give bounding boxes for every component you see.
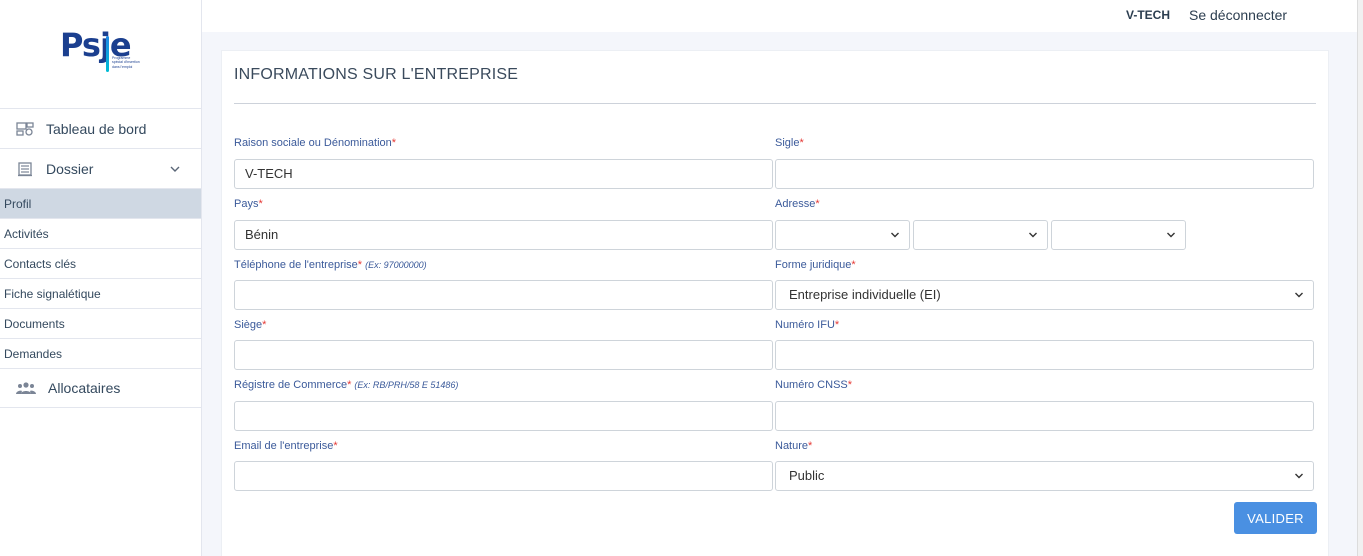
- telephone-label: Téléphone de l'entreprise* (Ex: 97000000): [234, 259, 427, 271]
- chevron-down-icon[interactable]: [169, 162, 181, 178]
- sidebar-item-allocataires[interactable]: Allocataires: [0, 368, 201, 408]
- page-title: INFORMATIONS SUR L'ENTREPRISE: [234, 66, 519, 83]
- nature-label: Nature*: [775, 440, 813, 452]
- logo-accent-bar: [106, 36, 109, 72]
- cnss-label: Numéro CNSS*: [775, 379, 853, 391]
- siege-label: Siège*: [234, 319, 267, 331]
- pays-label: Pays*: [234, 198, 263, 210]
- chevron-down-icon: [1029, 232, 1037, 238]
- chevron-down-icon: [1295, 292, 1303, 298]
- sigle-label: Sigle*: [775, 137, 804, 149]
- pays-input[interactable]: Bénin: [234, 220, 773, 250]
- folder-icon: [16, 161, 34, 177]
- raison-sociale-label: Raison sociale ou Dénomination*: [234, 137, 397, 149]
- chevron-down-icon: [1295, 473, 1303, 479]
- sidebar: Psje Programme spécial d'insertion dans …: [0, 0, 202, 556]
- siege-input[interactable]: [234, 340, 773, 370]
- scrollbar[interactable]: [1357, 0, 1363, 556]
- chevron-down-icon: [891, 232, 899, 238]
- adresse-select-3[interactable]: [1051, 220, 1186, 250]
- sidebar-nav: Tableau de bord Dossier Profil Activités…: [0, 108, 201, 408]
- psje-logo[interactable]: Psje Programme spécial d'insertion dans …: [60, 26, 140, 78]
- sidebar-item-label: Dossier: [46, 160, 94, 177]
- sidebar-item-label: Tableau de bord: [46, 120, 147, 137]
- top-bar: V-TECH Se déconnecter: [202, 0, 1357, 32]
- ifu-input[interactable]: [775, 340, 1314, 370]
- title-divider: [234, 103, 1316, 104]
- dashboard-icon: [16, 121, 34, 137]
- email-label: Email de l'entreprise*: [234, 440, 338, 452]
- sidebar-subitem-activites[interactable]: Activités: [0, 218, 201, 248]
- sidebar-item-tableau-de-bord[interactable]: Tableau de bord: [0, 108, 201, 148]
- adresse-label: Adresse*: [775, 198, 820, 210]
- dossier-submenu: Profil Activités Contacts clés Fiche sig…: [0, 188, 201, 368]
- sigle-input[interactable]: [775, 159, 1314, 189]
- raison-sociale-input[interactable]: V-TECH: [234, 159, 773, 189]
- registre-input[interactable]: [234, 401, 773, 431]
- sidebar-subitem-demandes[interactable]: Demandes: [0, 338, 201, 368]
- adresse-select-2[interactable]: [913, 220, 1048, 250]
- chevron-down-icon: [1167, 232, 1175, 238]
- valider-button[interactable]: VALIDER: [1234, 502, 1317, 534]
- adresse-select-1[interactable]: [775, 220, 910, 250]
- email-input[interactable]: [234, 461, 773, 491]
- telephone-input[interactable]: [234, 280, 773, 310]
- company-info-card: INFORMATIONS SUR L'ENTREPRISE Raison soc…: [221, 50, 1329, 556]
- sidebar-item-dossier[interactable]: Dossier: [0, 148, 201, 188]
- ifu-label: Numéro IFU*: [775, 319, 840, 331]
- sidebar-item-label: Allocataires: [48, 380, 121, 396]
- users-icon: [16, 380, 36, 396]
- sidebar-subitem-contacts-cles[interactable]: Contacts clés: [0, 248, 201, 278]
- nature-select[interactable]: Public: [775, 461, 1314, 491]
- registre-label: Régistre de Commerce* (Ex: RB/PRH/58 E 51…: [234, 379, 459, 391]
- logout-link[interactable]: Se déconnecter: [1189, 7, 1287, 23]
- sidebar-subitem-documents[interactable]: Documents: [0, 308, 201, 338]
- forme-juridique-select[interactable]: Entreprise individuelle (EI): [775, 280, 1314, 310]
- forme-juridique-label: Forme juridique*: [775, 259, 856, 271]
- current-user: V-TECH: [1126, 8, 1171, 22]
- sidebar-subitem-fiche-signaletique[interactable]: Fiche signalétique: [0, 278, 201, 308]
- cnss-input[interactable]: [775, 401, 1314, 431]
- logo-tagline: Programme spécial d'insertion dans l'emp…: [112, 56, 140, 69]
- sidebar-subitem-profil[interactable]: Profil: [0, 188, 201, 218]
